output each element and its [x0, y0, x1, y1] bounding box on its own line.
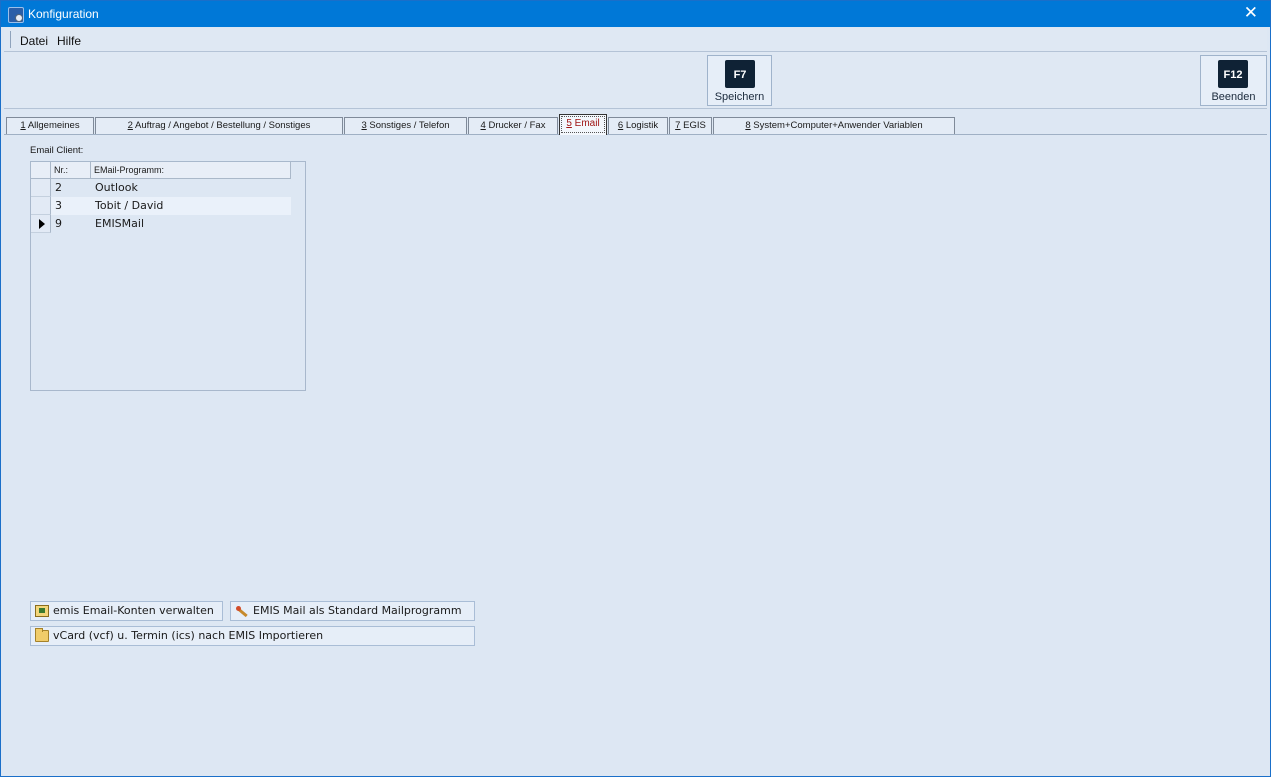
table-row[interactable]: 2 Outlook [31, 179, 291, 197]
tab-number: 4 [480, 120, 486, 131]
email-client-label: Email Client: [30, 145, 84, 156]
menu-bar: Datei Hilfe [4, 28, 1267, 52]
exit-label: Beenden [1211, 91, 1256, 103]
email-client-grid[interactable]: Nr.: EMail-Programm: 2 Outlook 3 Tobit /… [30, 161, 306, 391]
tab-drucker-fax[interactable]: 4 Drucker / Fax [468, 117, 558, 134]
exit-button[interactable]: F12 Beenden [1200, 55, 1267, 106]
tab-number: 7 [675, 120, 681, 131]
tab-number: 6 [617, 120, 624, 131]
header-nr: Nr.: [51, 162, 91, 179]
row-program: EMISMail [95, 217, 145, 230]
tab-system-variablen[interactable]: 8 System+Computer+Anwender Variablen [713, 117, 955, 134]
tab-label: Email [574, 118, 600, 129]
tab-label: System+Computer+Anwender Variablen [753, 120, 923, 131]
tab-logistik[interactable]: 6 Logistik [608, 117, 668, 134]
row-nr: 2 [55, 181, 62, 194]
row-selector[interactable] [31, 215, 51, 233]
save-button[interactable]: F7 Speichern [707, 55, 772, 106]
current-row-arrow-icon [39, 219, 45, 229]
close-icon[interactable]: ✕ [1244, 3, 1258, 23]
grid-header: Nr.: EMail-Programm: [31, 162, 291, 179]
header-program: EMail-Programm: [91, 162, 291, 179]
window-title: Konfiguration [28, 7, 99, 21]
table-row[interactable]: 9 EMISMail [31, 215, 291, 233]
tab-bar: 1 Allgemeines 2 Auftrag / Angebot / Best… [4, 109, 1267, 135]
menu-hilfe[interactable]: Hilfe [57, 34, 81, 48]
table-row[interactable]: 3 Tobit / David [31, 197, 291, 215]
tab-email[interactable]: 5 Email [559, 114, 607, 135]
import-vcard-ics-label: vCard (vcf) u. Termin (ics) nach EMIS Im… [53, 629, 324, 642]
tab-number: 1 [20, 120, 26, 131]
tab-label: Allgemeines [27, 120, 80, 131]
tab-number: 2 [127, 120, 133, 131]
menu-grip [10, 31, 13, 48]
save-label: Speichern [714, 91, 765, 103]
tab-label: Drucker / Fax [488, 120, 546, 131]
tab-egis[interactable]: 7 EGIS [669, 117, 712, 134]
manage-email-accounts-button[interactable]: emis Email-Konten verwalten [30, 601, 223, 621]
tab-label: Logistik [625, 120, 659, 131]
toolbar: F7 Speichern F12 Beenden [4, 52, 1267, 109]
app-icon [8, 7, 24, 23]
set-default-mail-button[interactable]: EMIS Mail als Standard Mailprogramm [230, 601, 475, 621]
tab-allgemeines[interactable]: 1 Allgemeines [6, 117, 94, 134]
row-selector[interactable] [31, 197, 51, 215]
row-selector[interactable] [31, 179, 51, 197]
pin-icon [235, 605, 249, 617]
account-book-icon [35, 605, 49, 617]
row-nr: 3 [55, 199, 62, 212]
f7-key-icon: F7 [725, 60, 755, 88]
tab-auftrag[interactable]: 2 Auftrag / Angebot / Bestellung / Sonst… [95, 117, 343, 134]
tab-number: 3 [361, 120, 367, 131]
title-bar: Konfiguration ✕ [1, 1, 1270, 27]
tab-sonstiges-telefon[interactable]: 3 Sonstiges / Telefon [344, 117, 467, 134]
tab-label: Auftrag / Angebot / Bestellung / Sonstig… [135, 120, 311, 131]
tab-label: EGIS [683, 120, 706, 131]
menu-datei[interactable]: Datei [20, 34, 48, 48]
header-selector [31, 162, 51, 179]
tab-number: 8 [745, 120, 751, 131]
folder-icon [35, 628, 49, 642]
row-program: Tobit / David [95, 199, 164, 212]
row-program: Outlook [95, 181, 138, 194]
tab-number: 5 [566, 118, 572, 129]
row-nr: 9 [55, 217, 62, 230]
tab-label: Sonstiges / Telefon [369, 120, 450, 131]
f12-key-icon: F12 [1218, 60, 1248, 88]
set-default-mail-label: EMIS Mail als Standard Mailprogramm [253, 604, 462, 617]
email-tab-content: Email Client: Nr.: EMail-Programm: 2 Out… [4, 135, 1267, 773]
config-window: Konfiguration ✕ Datei Hilfe F7 Speichern… [0, 0, 1271, 777]
import-vcard-ics-button[interactable]: vCard (vcf) u. Termin (ics) nach EMIS Im… [30, 626, 475, 646]
manage-email-accounts-label: emis Email-Konten verwalten [53, 604, 214, 617]
